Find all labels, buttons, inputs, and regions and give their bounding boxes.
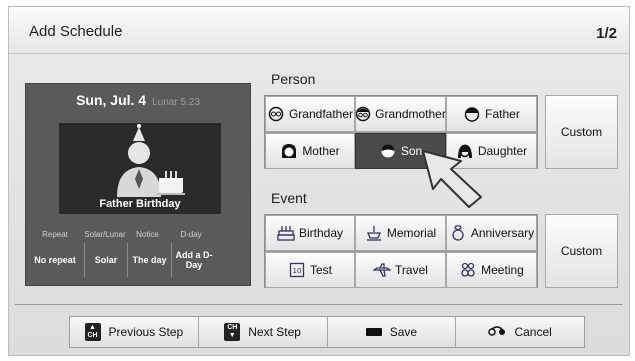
son-icon [379,142,397,160]
meeting-people-icon [459,261,477,279]
solar-lunar-label: Solar/Lunar [84,230,126,239]
father-label: Father [485,107,520,121]
cancel-button[interactable]: Cancel [456,317,584,347]
repeat-value: No repeat [26,243,85,277]
event-heading: Event [271,190,307,206]
solar-lunar-value: Solar [85,243,128,277]
page-indicator: 1/2 [596,25,617,42]
pointer-cursor-icon [422,150,482,208]
mother-label: Mother [302,144,340,158]
d-day-value: Add a D-Day [175,250,213,270]
cancel-label: Cancel [514,325,552,339]
person-heading: Person [271,71,316,87]
add-schedule-dialog: Add Schedule 1/2 Sun, Jul. 4 Lunar 5.23 [8,6,630,356]
channel-up-key-icon: ▲ CH [84,323,101,341]
event-test-button[interactable]: 10 Test [265,252,355,288]
person-grandfather-button[interactable]: Grandfather [265,96,355,132]
d-day-label: D-day [180,230,202,239]
title-bar: Add Schedule 1/2 [9,7,629,54]
svg-text:10: 10 [292,267,301,275]
airplane-icon [373,261,392,279]
back-return-icon [488,325,506,339]
notice-value: The day [128,243,172,277]
previous-step-label: Previous Step [108,325,184,339]
preview-option-labels: Repeat Solar/Lunar Notice D-day [26,230,250,239]
cake-icon [277,224,295,242]
anniversary-label: Anniversary [470,226,535,240]
event-birthday-button[interactable]: Birthday [265,215,355,251]
grandfather-icon [267,105,285,123]
notice-label: Notice [136,230,159,239]
preview-option-values: No repeat Solar The day Add a D-Day [26,243,250,277]
next-step-label: Next Step [248,325,301,339]
grandmother-label: Grandmother [375,107,446,121]
grandfather-label: Grandfather [288,107,354,121]
preview-image: Father Birthday [59,123,221,214]
preview-caption: Father Birthday [99,198,181,210]
event-anniversary-button[interactable]: Anniversary [446,215,537,251]
save-key-icon [365,328,382,336]
event-memorial-button[interactable]: Memorial [355,215,446,251]
preview-date-text: Sun, Jul. 4 [76,92,147,108]
save-button[interactable]: Save [328,317,457,347]
birthday-label: Birthday [298,226,344,240]
father-icon [463,105,481,123]
test-label: Test [309,263,332,277]
ring-icon [449,224,467,242]
footer-action-bar: ▲ CH Previous Step CH ▼ Next Step Save Can… [69,316,585,348]
previous-step-button[interactable]: ▲ CH Previous Step [70,317,199,347]
memorial-incense-icon [365,224,383,242]
footer-divider [15,304,623,305]
travel-label: Travel [395,263,428,277]
person-options-group: Grandfather Grandmother Father Mother So… [264,95,538,169]
daughter-label: Daughter [477,144,528,158]
schedule-preview-card: Sun, Jul. 4 Lunar 5.23 Father Birthday R… [25,83,251,286]
next-step-button[interactable]: CH ▼ Next Step [199,317,328,347]
person-grandmother-button[interactable]: Grandmother [355,96,446,132]
repeat-label: Repeat [42,230,68,239]
event-options-group: Birthday Memorial Anniversary 10 Test Tr… [264,214,538,288]
event-custom-button[interactable]: Custom [545,214,618,288]
grandmother-icon [355,105,371,123]
mother-icon [280,142,298,160]
test-paper-icon: 10 [288,261,306,279]
person-custom-button[interactable]: Custom [545,95,618,169]
save-label: Save [389,325,418,339]
dialog-title: Add Schedule [29,23,123,40]
event-travel-button[interactable]: Travel [355,252,446,288]
preview-date: Sun, Jul. 4 Lunar 5.23 [26,92,250,108]
person-mother-button[interactable]: Mother [265,133,355,169]
preview-lunar-date: Lunar 5.23 [152,97,200,108]
event-meeting-button[interactable]: Meeting [446,252,537,288]
person-father-button[interactable]: Father [446,96,537,132]
meeting-label: Meeting [481,263,524,277]
memorial-label: Memorial [386,226,437,240]
channel-down-key-icon: CH ▼ [224,323,241,341]
